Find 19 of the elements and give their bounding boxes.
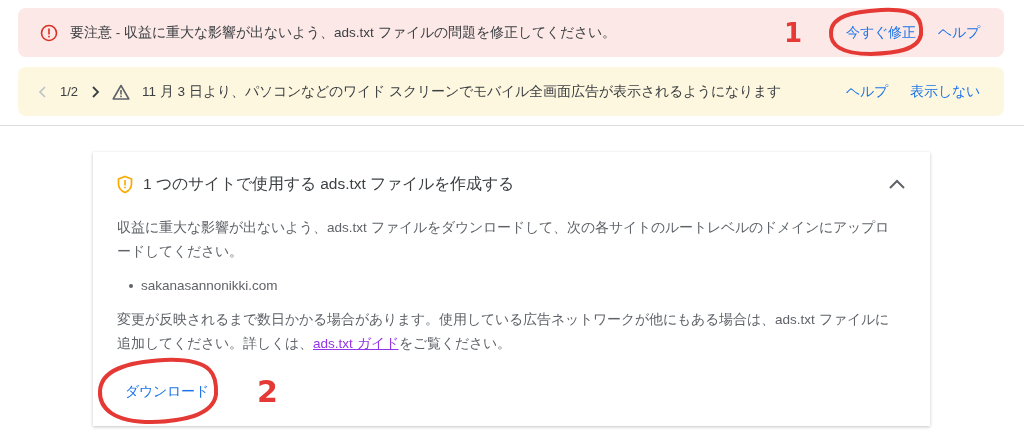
banner-action-link[interactable]: 表示しない	[906, 78, 984, 105]
shield-alert-icon	[117, 174, 133, 194]
banner-action-link[interactable]: ヘルプ	[842, 78, 892, 105]
page-counter: 1/2	[60, 84, 79, 99]
guide-link[interactable]: ads.txt ガイド	[313, 336, 399, 351]
collapse-icon[interactable]	[888, 178, 906, 190]
bullet-dot	[129, 284, 133, 288]
next-icon[interactable]	[90, 84, 101, 99]
banner-action-link[interactable]: ヘルプ	[934, 19, 984, 46]
annotation-number: 2	[257, 377, 278, 407]
banner-message: 要注意 - 収益に重大な影響が出ないよう、ads.txt ファイルの問題を修正してください。	[70, 23, 617, 42]
site-domain: sakanasannonikki.com	[141, 277, 278, 295]
card-title: 1 つのサイトで使用する ads.txt ファイルを作成する	[143, 173, 516, 194]
note-text: 変更が反映されるまで数日かかる場合があります。使用している広告ネットワークが他にもある場合は、ads.txt ファイルに追加してください。詳しくは、ads.txt ガイド をご覧ください。	[117, 311, 890, 353]
annotation-number: 1	[783, 19, 802, 46]
error-icon	[40, 23, 58, 42]
instruction-text: 収益に重大な影響が出ないよう、ads.txt ファイルをダウンロードして、次の各サイトのルートレベルのドメインにアップロードしてください。	[117, 219, 890, 261]
warning-icon	[112, 83, 131, 100]
banner-message: 11 月 3 日より、パソコンなどのワイド スクリーンでモバイル全画面広告が表示されるようになります	[142, 82, 782, 101]
